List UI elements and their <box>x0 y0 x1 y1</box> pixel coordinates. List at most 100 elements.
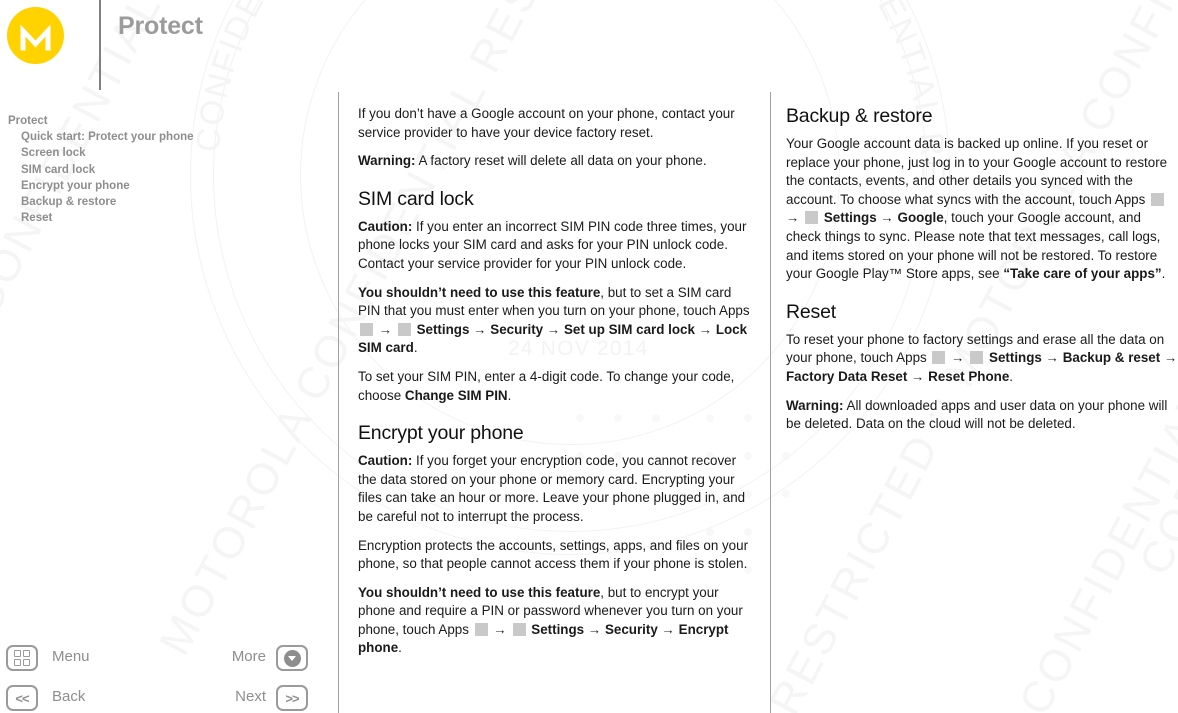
arrow-separator-icon: → <box>698 321 713 337</box>
arrow-separator-icon: → <box>880 210 894 226</box>
section-heading: Backup & restore <box>786 105 933 127</box>
body-text: Your Google account data is backed up on… <box>786 136 1168 207</box>
section-heading: Reset <box>786 300 836 323</box>
sidebar-item-screen-lock[interactable]: Screen lock <box>8 145 318 161</box>
emphasis-text: You shouldn’t need to use this feature <box>358 284 601 300</box>
toolbar-row-menu: Menu More <box>0 643 320 675</box>
body-paragraph: If you don’t have a Google account on yo… <box>358 105 750 142</box>
arrow-separator-icon: → <box>951 350 965 366</box>
settings-icon <box>970 351 984 365</box>
emphasis-text: “Take care of your apps” <box>1003 266 1162 282</box>
body-paragraph: Warning: A factory reset will delete all… <box>358 152 750 171</box>
sidebar-item-backup-restore[interactable]: Backup & restore <box>8 194 318 210</box>
body-text: A factory reset will delete all data on … <box>415 153 707 169</box>
body-paragraph: To reset your phone to factory settings … <box>786 331 1178 387</box>
double-chevron-left-icon: << <box>15 690 29 706</box>
manual-page: CONFIDENTIAL RESTRICTED :: MOTOROLA CONF… <box>0 0 1178 713</box>
menu-label[interactable]: Menu <box>52 648 90 665</box>
arrow-separator-icon: → <box>911 368 925 384</box>
body-text <box>392 322 396 337</box>
emphasis-text: Google <box>897 210 944 226</box>
arrow-separator-icon: → <box>1163 350 1178 366</box>
apps-icon <box>360 322 373 336</box>
emphasis-text: Change SIM PIN <box>404 387 508 403</box>
emphasis-text: Security <box>490 321 544 337</box>
body-paragraph: To set your SIM PIN, enter a 4-digit cod… <box>358 368 750 405</box>
arrow-separator-icon: → <box>587 621 602 637</box>
body-paragraph: Your Google account data is backed up on… <box>786 135 1178 284</box>
sidebar-item-quick-start-protect-your-phone[interactable]: Quick start: Protect your phone <box>8 129 318 145</box>
section-heading: Encrypt your phone <box>358 422 524 445</box>
settings-icon <box>512 622 526 636</box>
body-text: . <box>1161 266 1166 282</box>
header-divider <box>99 0 101 90</box>
more-label[interactable]: More <box>178 648 266 665</box>
menu-button[interactable] <box>6 645 38 671</box>
emphasis-text: Warning: <box>358 153 416 169</box>
sidebar-item-sim-card-lock[interactable]: SIM card lock <box>8 162 318 178</box>
sidebar-item-protect[interactable]: Protect <box>8 113 318 129</box>
body-text: Encryption protects the accounts, settin… <box>358 537 749 572</box>
sidebar-item-encrypt-your-phone[interactable]: Encrypt your phone <box>8 178 318 194</box>
arrow-separator-icon: → <box>786 210 800 226</box>
column-divider-left <box>338 92 339 713</box>
body-text: All downloaded apps and user data on you… <box>786 397 1168 432</box>
emphasis-text: Backup & reset <box>1062 350 1161 366</box>
apps-icon <box>932 351 946 365</box>
page-title: Protect <box>118 12 203 40</box>
back-label[interactable]: Back <box>52 688 85 705</box>
arrow-separator-icon: → <box>378 321 393 337</box>
body-text <box>507 622 511 637</box>
emphasis-text: Settings <box>989 350 1042 366</box>
apps-icon <box>474 622 488 636</box>
content-column-middle: If you don’t have a Google account on yo… <box>358 105 750 658</box>
sidebar-toc: Protect Quick start: Protect your phone Sc… <box>8 113 318 226</box>
body-paragraph: Caution: If you forget your encryption c… <box>358 452 750 526</box>
arrow-separator-icon: → <box>1045 350 1059 366</box>
content-column-right: Backup & restore Your Google account data… <box>786 105 1178 434</box>
arrow-separator-icon: → <box>473 321 487 337</box>
apps-icon <box>1151 192 1165 206</box>
body-paragraph: You shouldn’t need to use this feature, … <box>358 584 750 658</box>
body-text <box>799 210 803 225</box>
double-chevron-right-icon: >> <box>285 690 299 706</box>
back-button[interactable]: << <box>6 685 38 711</box>
emphasis-text: Settings <box>531 621 585 637</box>
chevron-down-circle-icon <box>283 649 301 667</box>
grid-menu-icon <box>14 650 30 666</box>
emphasis-text: Settings <box>416 321 470 337</box>
body-paragraph: You shouldn’t need to use this feature, … <box>358 284 750 358</box>
watermark-diagonal-5: COPY <box>1130 439 1178 584</box>
emphasis-text: Security <box>604 621 658 637</box>
body-text: . <box>398 640 402 656</box>
body-paragraph: Warning: All downloaded apps and user da… <box>786 397 1178 434</box>
navigation-toolbar: Menu More << Back Next >> <box>0 640 330 713</box>
next-button[interactable]: >> <box>276 685 308 711</box>
body-text: If you enter an incorrect SIM PIN code t… <box>358 218 747 271</box>
body-paragraph: Caution: If you enter an incorrect SIM P… <box>358 218 750 274</box>
emphasis-text: Set up SIM card lock <box>563 321 695 337</box>
body-text: . <box>1009 368 1014 384</box>
sidebar-item-reset[interactable]: Reset <box>8 210 318 226</box>
section-heading: SIM card lock <box>358 187 474 210</box>
emphasis-text: You shouldn’t need to use this feature <box>358 584 601 600</box>
arrow-separator-icon: → <box>546 321 561 337</box>
emphasis-text: Factory Data Reset <box>786 368 908 384</box>
body-text: If you don’t have a Google account on yo… <box>358 106 735 140</box>
motorola-batwing-logo <box>7 7 64 64</box>
settings-icon <box>805 211 819 225</box>
more-button[interactable] <box>276 645 308 671</box>
emphasis-text: Caution: <box>358 453 413 469</box>
emphasis-text: Settings <box>823 210 877 226</box>
arrow-separator-icon: → <box>493 621 507 637</box>
body-text: If you forget your encryption code, you … <box>358 453 746 524</box>
column-divider-right <box>770 92 771 713</box>
settings-icon <box>397 322 411 336</box>
emphasis-text: Reset Phone <box>928 368 1010 384</box>
body-text <box>965 350 969 365</box>
next-label[interactable]: Next <box>178 688 266 705</box>
emphasis-text: Warning: <box>786 397 844 413</box>
toolbar-row-back: << Back Next >> <box>0 683 320 713</box>
body-paragraph: Encryption protects the accounts, settin… <box>358 537 750 574</box>
emphasis-text: Caution: <box>358 218 413 234</box>
